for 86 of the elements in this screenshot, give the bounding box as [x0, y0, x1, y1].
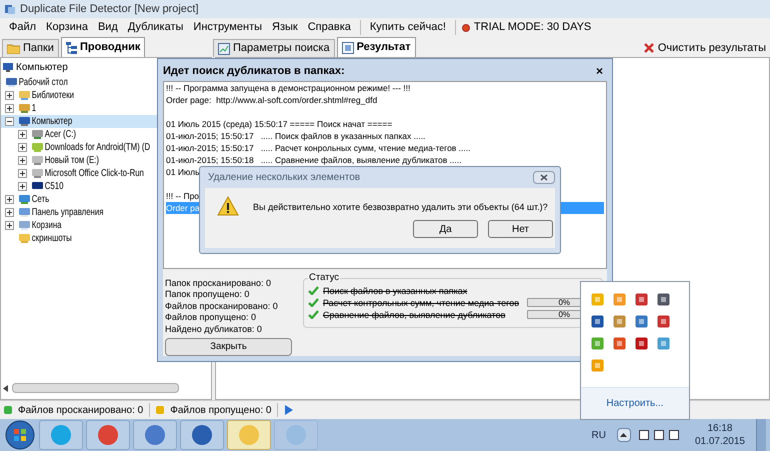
menu-item[interactable]: Вид: [92, 19, 123, 36]
tree-item[interactable]: Сеть: [31, 192, 50, 207]
log-line: 01-июл-2015; 15:50:17 ..... Поиск файлов в указанных папках .....: [166, 131, 426, 141]
language-indicator[interactable]: RU: [591, 428, 606, 442]
settings-icon: [218, 42, 230, 54]
stat-label: Найдено дубликатов: 0: [165, 324, 263, 335]
expand-toggle[interactable]: [18, 182, 27, 191]
tab[interactable]: Параметры поиска: [213, 39, 335, 57]
log-line: 01-июл-2015; 15:50:17 ..... Расчет конрольных сумм, чтение медиа-тегов .....: [166, 143, 470, 153]
log-line: 01-июл-2015; 15:50:18 ..... Сравнение файлов, выявление дубликатов .....: [166, 155, 462, 165]
group-label: Статус: [308, 270, 340, 285]
tree-item[interactable]: Acer (C:): [44, 127, 77, 142]
close-button[interactable]: ×: [592, 65, 607, 77]
close-button[interactable]: [533, 171, 555, 184]
caret-icon: [620, 433, 628, 437]
close-button[interactable]: Закрыть: [165, 338, 292, 356]
collapse-toggle[interactable]: [5, 117, 14, 126]
expand-toggle[interactable]: [18, 156, 27, 165]
tree-item[interactable]: Downloads for Android(TM) (D: [44, 140, 151, 155]
tree-item[interactable]: Панель управления: [31, 205, 104, 220]
start-button[interactable]: [4, 420, 36, 450]
status-text: Файлов пропущено: 0: [170, 404, 272, 418]
tree-item[interactable]: 1: [31, 101, 37, 116]
status-text: Файлов просканировано: 0: [18, 404, 144, 418]
close-icon: [644, 43, 654, 53]
menu-item[interactable]: Инструменты: [188, 19, 268, 36]
log-line: 01 Июль 2015 (среда) 15:50:17 ===== Поиск начат =====: [166, 119, 392, 129]
stat-label: Папок пропущено: 0: [165, 289, 250, 300]
window-title: Duplicate File Detector [New project]: [20, 2, 199, 17]
log-line: !!! -- Про: [166, 191, 200, 201]
tree-item[interactable]: Компьютер: [31, 114, 73, 129]
tree-icon: [66, 42, 77, 54]
yes-button[interactable]: Да: [413, 220, 478, 238]
dialog-title: Идет поиск дубликатов в папках:: [163, 64, 345, 79]
tree-item[interactable]: Microsoft Office Click-to-Run: [44, 166, 145, 181]
log-line: !!! -- Программа запущена в демонстрационном режиме! --- !!!: [166, 83, 410, 93]
expand-toggle[interactable]: [5, 195, 14, 204]
clear-results-button[interactable]: Очистить результаты: [644, 39, 770, 57]
taskbar-button[interactable]: [133, 420, 177, 450]
no-button[interactable]: Нет: [488, 220, 553, 238]
tab[interactable]: Проводник: [60, 37, 146, 57]
tree-item[interactable]: Новый том (E:): [44, 153, 100, 168]
clock-time[interactable]: 16:18: [707, 422, 732, 435]
expand-toggle[interactable]: [18, 143, 27, 152]
show-hidden-icons-button[interactable]: [616, 428, 631, 442]
close-icon: [540, 174, 548, 181]
tree-item[interactable]: Библиотеки: [31, 88, 75, 103]
expand-toggle[interactable]: [5, 208, 14, 217]
tree-item[interactable]: Корзина: [31, 218, 62, 233]
menu-item[interactable]: Купить сейчас!: [364, 19, 451, 36]
taskbar-button[interactable]: [86, 420, 130, 450]
menu-item[interactable]: Дубликаты: [122, 19, 188, 36]
results-icon: [342, 42, 354, 54]
scroll-left-icon[interactable]: [3, 384, 8, 392]
tab[interactable]: Папки: [2, 39, 59, 57]
play-icon[interactable]: [284, 405, 294, 415]
log-line: Order pa: [166, 203, 200, 213]
expand-toggle[interactable]: [18, 130, 27, 139]
app-icon: [4, 3, 16, 15]
stat-label: Папок просканировано: 0: [165, 278, 272, 289]
tree-header: Компьютер: [16, 61, 68, 75]
log-line: Order page: http://www.al-soft.com/order.shtml#reg_dfd: [166, 95, 378, 105]
trial-icon: [462, 24, 470, 32]
taskbar-button[interactable]: [180, 420, 224, 450]
expand-toggle[interactable]: [5, 91, 14, 100]
confirm-message: Вы действительно хотите безвозвратно удалить эти объекты (64 шт.)?: [253, 201, 548, 214]
menu-item[interactable]: Справка: [302, 19, 356, 36]
log-line: 01 Июль: [166, 167, 200, 177]
menu-item[interactable]: Файл: [4, 19, 42, 36]
tree-item[interactable]: Рабочий стол: [18, 75, 69, 90]
menu-item[interactable]: Корзина: [41, 19, 93, 36]
stat-label: Файлов просканировано: 0: [165, 300, 279, 312]
tree-item[interactable]: C510: [44, 179, 64, 194]
dialog-title: Удаление нескольких элементов: [208, 171, 360, 185]
step-label: Расчет контрольных сумм, чтение медиа-тегов: [322, 296, 520, 308]
expand-toggle[interactable]: [5, 221, 14, 230]
tab[interactable]: Результат: [336, 37, 416, 57]
expand-toggle[interactable]: [18, 169, 27, 178]
trial-mode-label: TRIAL MODE: 30 DAYS: [474, 20, 592, 36]
menu-item[interactable]: Язык: [267, 19, 303, 36]
clock-date[interactable]: 01.07.2015: [694, 435, 745, 448]
stat-label: Файлов пропущено: 0: [165, 312, 258, 324]
expand-toggle[interactable]: [5, 104, 14, 113]
step-label: Поиск файлов в указанных папках: [323, 284, 468, 296]
tree-item[interactable]: скриншоты: [31, 231, 72, 246]
step-label: Сравнение файлов, выявление дубликатов: [322, 308, 506, 320]
